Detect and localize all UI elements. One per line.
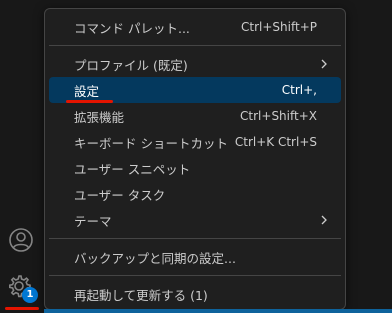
menu-item-backup-sync[interactable]: バックアップと同期の設定... <box>49 244 341 270</box>
manage-context-menu: コマンド パレット... Ctrl+Shift+P プロファイル (既定) 設定… <box>44 8 346 310</box>
menu-item-user-snippets[interactable]: ユーザー スニペット <box>49 155 341 181</box>
activity-bar: 1 <box>0 0 44 313</box>
menu-item-label: プロファイル (既定) <box>74 57 188 73</box>
menu-item-shortcut: Ctrl+Shift+X <box>240 109 317 123</box>
menu-item-themes[interactable]: テーマ <box>49 207 341 233</box>
manage-button[interactable]: 1 <box>6 273 38 303</box>
account-icon[interactable] <box>6 225 36 255</box>
update-badge: 1 <box>22 287 38 303</box>
menu-separator <box>49 275 341 276</box>
annotation-underline-settings <box>66 100 113 103</box>
menu-item-restart-update[interactable]: 再起動して更新する (1) <box>49 281 341 307</box>
menu-item-shortcut: Ctrl+Shift+P <box>241 20 317 34</box>
menu-item-user-tasks[interactable]: ユーザー タスク <box>49 181 341 207</box>
menu-item-label: テーマ <box>74 213 112 229</box>
annotation-underline-gear <box>5 307 39 310</box>
menu-item-label: 拡張機能 <box>74 109 125 125</box>
menu-item-label: キーボード ショートカット <box>74 135 228 151</box>
menu-item-label: ユーザー スニペット <box>74 161 191 177</box>
menu-separator <box>49 45 341 46</box>
status-bar-edge <box>44 309 392 313</box>
menu-item-command-palette[interactable]: コマンド パレット... Ctrl+Shift+P <box>49 14 341 40</box>
chevron-right-icon <box>321 59 327 69</box>
menu-item-extensions[interactable]: 拡張機能 Ctrl+Shift+X <box>49 103 341 129</box>
menu-item-shortcut: Ctrl+, <box>281 83 317 97</box>
menu-item-label: バックアップと同期の設定... <box>74 250 236 266</box>
menu-item-label: 再起動して更新する (1) <box>74 287 208 303</box>
menu-separator <box>49 238 341 239</box>
chevron-right-icon <box>321 215 327 225</box>
menu-item-label: 設定 <box>74 83 100 99</box>
menu-item-shortcut: Ctrl+K Ctrl+S <box>234 135 317 149</box>
menu-item-label: コマンド パレット... <box>74 20 190 36</box>
menu-item-label: ユーザー タスク <box>74 187 166 203</box>
menu-item-profiles[interactable]: プロファイル (既定) <box>49 51 341 77</box>
menu-item-keyboard-shortcuts[interactable]: キーボード ショートカット Ctrl+K Ctrl+S <box>49 129 341 155</box>
